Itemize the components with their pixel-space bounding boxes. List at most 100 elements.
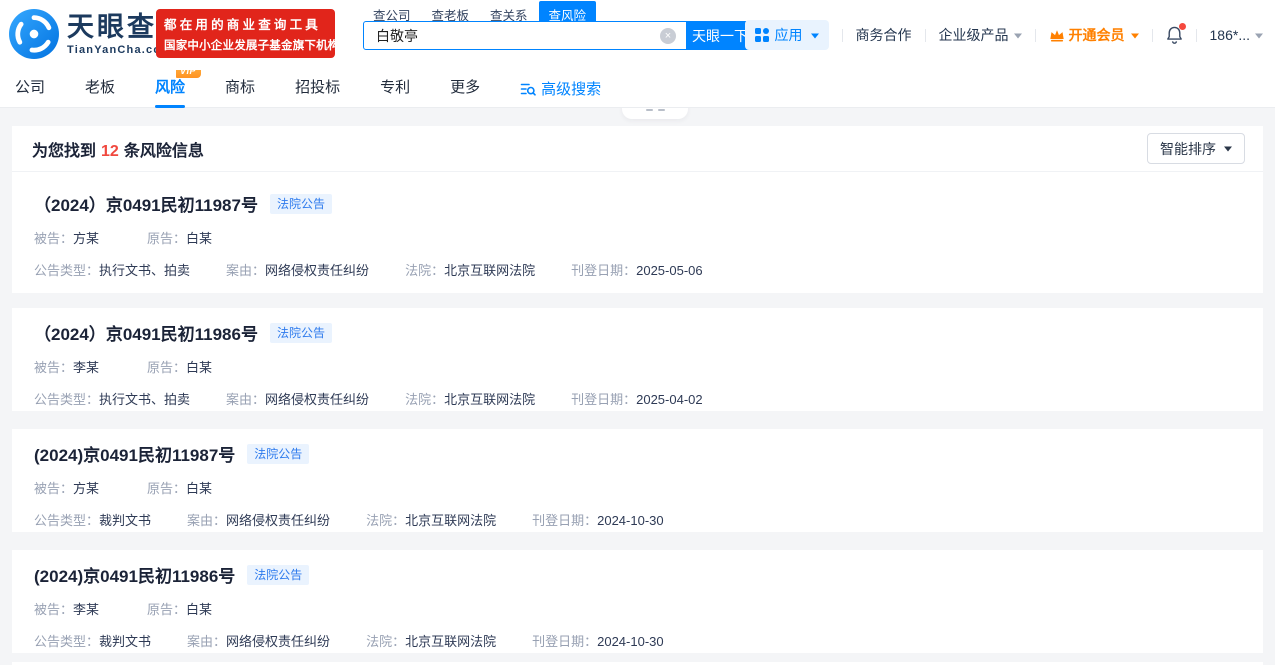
meta-row: 公告类型：执行文书、拍卖 案由：网络侵权责任纠纷 法院：北京互联网法院 刊登日期… (34, 260, 1243, 279)
plaintiff-label: 原告： (147, 481, 186, 496)
topbar-utilities: 应用 商务合作 企业级产品 开通会员 (745, 20, 1263, 50)
case-number-link[interactable]: (2024)京0491民初11986号 (34, 562, 235, 587)
cause-label: 案由： (226, 263, 265, 278)
divider (1035, 29, 1036, 42)
notice-type-label: 公告类型： (34, 392, 99, 407)
court-label: 法院： (405, 392, 444, 407)
cause-value: 网络侵权责任纠纷 (226, 634, 330, 649)
publish-date-value: 2025-04-02 (636, 392, 703, 407)
plaintiff-label: 原告： (147, 602, 186, 617)
publish-date-label: 刊登日期： (571, 392, 636, 407)
court-value: 北京互联网法院 (444, 263, 535, 278)
risk-card: (2024)京0491民初11987号 法院公告 被告：方某 原告：白某 公告类… (12, 429, 1263, 532)
defendant-value: 方某 (73, 231, 99, 246)
meta-row: 公告类型：裁判文书 案由：网络侵权责任纠纷 法院：北京互联网法院 刊登日期：20… (34, 631, 1243, 650)
defendant-value: 李某 (73, 602, 99, 617)
divider (1196, 29, 1197, 42)
divider (925, 29, 926, 42)
nav-item-risk-label: 风险 (155, 79, 185, 96)
plaintiff-label: 原告： (147, 231, 186, 246)
promo-line1: 都在用的商业查询工具 (164, 14, 327, 33)
chevron-down-icon (1014, 33, 1022, 42)
plaintiff-value: 白某 (186, 231, 212, 246)
plaintiff-value: 白某 (186, 481, 212, 496)
chevron-down-icon (811, 33, 819, 42)
nav-item-more[interactable]: 更多 (450, 70, 480, 108)
publish-date-value: 2024-10-30 (597, 634, 664, 649)
search-tab-boss[interactable]: 查老板 (422, 1, 480, 22)
plaintiff-value: 白某 (186, 360, 212, 375)
risk-card: (2024)京0491民初11986号 法院公告 被告：李某 原告：白某 公告类… (12, 550, 1263, 653)
top-header: 天眼查 TianYanCha.com 都在用的商业查询工具 国家中小企业发展子基… (0, 0, 1275, 70)
nav-item-risk[interactable]: 风险 VIP (155, 70, 185, 108)
grid-icon (755, 28, 769, 42)
apps-menu[interactable]: 应用 (745, 20, 829, 50)
notification-dot (1179, 23, 1186, 30)
summary-count: 12 (101, 143, 119, 160)
case-number-link[interactable]: (2024)京0491民初11987号 (34, 441, 235, 466)
divider (842, 29, 843, 42)
nav-item-boss[interactable]: 老板 (85, 70, 115, 108)
nav-item-bidding[interactable]: 招投标 (295, 70, 340, 108)
caret-down-icon (1224, 147, 1232, 156)
defendant-label: 被告： (34, 602, 73, 617)
publish-date-label: 刊登日期： (532, 634, 597, 649)
search-tab-relation[interactable]: 查关系 (480, 1, 538, 22)
parties-row: 被告：李某 原告：白某 (34, 357, 1243, 376)
nav-item-patent[interactable]: 专利 (380, 70, 410, 108)
open-membership-menu[interactable]: 开通会员 (1049, 25, 1139, 45)
search-input[interactable] (364, 22, 660, 49)
defendant-label: 被告： (34, 360, 73, 375)
cause-label: 案由： (187, 513, 226, 528)
court-label: 法院： (366, 634, 405, 649)
notifications-bell[interactable] (1166, 26, 1183, 44)
tianyancha-logo[interactable]: 天眼查 TianYanCha.com (9, 9, 172, 59)
results-summary: 为您找到12条风险信息 (32, 137, 204, 161)
tianyancha-swirl-icon (9, 9, 59, 59)
crown-icon (1049, 28, 1065, 42)
publish-date-label: 刊登日期： (532, 513, 597, 528)
clear-search-icon[interactable]: × (660, 28, 676, 44)
business-cooperation-link[interactable]: 商务合作 (856, 25, 912, 45)
meta-row: 公告类型：裁判文书 案由：网络侵权责任纠纷 法院：北京互联网法院 刊登日期：20… (34, 510, 1243, 529)
enterprise-products-menu[interactable]: 企业级产品 (939, 25, 1022, 45)
results-summary-row: 为您找到12条风险信息 智能排序 (12, 126, 1263, 172)
cause-label: 案由： (226, 392, 265, 407)
user-account-menu[interactable]: 186*... (1210, 27, 1263, 43)
defendant-label: 被告： (34, 231, 73, 246)
case-number-link[interactable]: （2024）京0491民初11987号 (34, 191, 258, 216)
meta-row: 公告类型：执行文书、拍卖 案由：网络侵权责任纠纷 法院：北京互联网法院 刊登日期… (34, 389, 1243, 408)
defendant-label: 被告： (34, 481, 73, 496)
user-phone: 186*... (1210, 27, 1250, 43)
notice-type-label: 公告类型： (34, 513, 99, 528)
summary-prefix: 为您找到 (32, 143, 96, 160)
court-value: 北京互联网法院 (405, 513, 496, 528)
notice-type-value: 裁判文书 (99, 513, 151, 528)
publish-date-label: 刊登日期： (571, 263, 636, 278)
search-tab-risk[interactable]: 查风险 (539, 1, 597, 22)
plaintiff-label: 原告： (147, 360, 186, 375)
notice-type-label: 公告类型： (34, 263, 99, 278)
court-value: 北京互联网法院 (444, 392, 535, 407)
nav-item-company[interactable]: 公司 (15, 70, 45, 108)
defendant-value: 李某 (73, 360, 99, 375)
court-notice-badge: 法院公告 (270, 323, 332, 343)
promo-line2: 国家中小企业发展子基金旗下机构 (164, 37, 327, 53)
business-cooperation-label: 商务合作 (856, 25, 912, 45)
defendant-value: 方某 (73, 481, 99, 496)
risk-card: （2024）京0491民初11986号 法院公告 被告：李某 原告：白某 公告类… (12, 308, 1263, 411)
enterprise-products-label: 企业级产品 (939, 25, 1009, 45)
search-box: × 天眼一下 (363, 21, 754, 50)
smart-sort-button[interactable]: 智能排序 (1147, 133, 1245, 164)
court-notice-badge: 法院公告 (247, 565, 309, 585)
advanced-search-link[interactable]: 高级搜索 (520, 78, 601, 99)
case-number-link[interactable]: （2024）京0491民初11986号 (34, 320, 258, 345)
court-notice-badge: 法院公告 (270, 194, 332, 214)
cause-value: 网络侵权责任纠纷 (226, 513, 330, 528)
parties-row: 被告：李某 原告：白某 (34, 599, 1243, 618)
search-list-icon (520, 81, 536, 97)
search-tab-company[interactable]: 查公司 (363, 1, 421, 22)
nav-item-trademark[interactable]: 商标 (225, 70, 255, 108)
notice-type-label: 公告类型： (34, 634, 99, 649)
cause-value: 网络侵权责任纠纷 (265, 392, 369, 407)
